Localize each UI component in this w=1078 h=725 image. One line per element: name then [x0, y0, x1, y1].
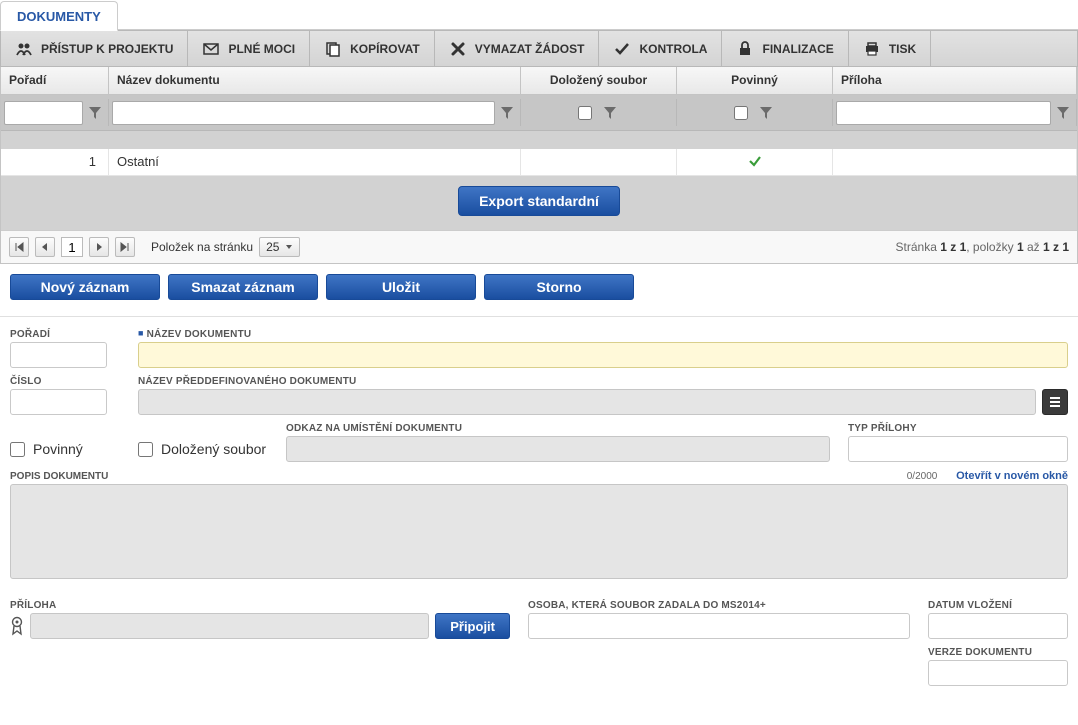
label-popis: POPIS DOKUMENTU [10, 471, 108, 482]
cell-poradi: 1 [1, 149, 109, 175]
label-poradi: POŘADÍ [10, 329, 120, 340]
pager-next-button[interactable] [89, 237, 109, 257]
toolbar-label: PŘÍSTUP K PROJEKTU [41, 42, 173, 56]
filter-povinny-checkbox[interactable] [734, 106, 748, 120]
filter-icon[interactable] [497, 101, 517, 125]
input-typ-prilohy[interactable] [848, 436, 1068, 462]
label-nazev-preddef: NÁZEV PŘEDDEFINOVANÉHO DOKUMENTU [138, 376, 1068, 387]
pager-perpage-label: Položek na stránku [151, 240, 253, 254]
toolbar-label: PLNÉ MOCI [228, 42, 295, 56]
documents-grid: Pořadí Název dokumentu Doložený soubor P… [0, 67, 1078, 264]
filter-nazev-input[interactable] [112, 101, 495, 125]
export-button[interactable]: Export standardní [458, 186, 620, 216]
checkmark-icon [748, 154, 762, 168]
col-header-priloha[interactable]: Příloha [833, 67, 1077, 94]
filter-priloha-input[interactable] [836, 101, 1051, 125]
toolbar-label: FINALIZACE [762, 42, 833, 56]
check-icon [613, 40, 631, 58]
checkbox-dolozeny-label: Doložený soubor [161, 441, 266, 457]
toolbar-label: TISK [889, 42, 916, 56]
checkbox-povinny[interactable] [10, 442, 25, 457]
toolbar-label: KOPÍROVAT [350, 42, 420, 56]
checkbox-povinny-label: Povinný [33, 441, 83, 457]
toolbar-kontrola[interactable]: KONTROLA [599, 31, 722, 66]
pager-page-input[interactable] [61, 237, 83, 257]
chevron-down-icon [285, 243, 293, 251]
cell-dolozeny [521, 149, 677, 175]
input-odkaz[interactable] [286, 436, 830, 462]
input-nazev-preddef[interactable] [138, 389, 1036, 415]
print-icon [863, 40, 881, 58]
filter-icon[interactable] [600, 101, 620, 125]
label-datum-vlozeni: DATUM VLOŽENÍ [928, 600, 1068, 611]
col-header-poradi[interactable]: Pořadí [1, 67, 109, 94]
delete-x-icon [449, 40, 467, 58]
cell-priloha [833, 149, 1077, 175]
filter-icon[interactable] [1053, 101, 1073, 125]
pager-info: Stránka 1 z 1, položky 1 až 1 z 1 [896, 240, 1069, 254]
lookup-button[interactable] [1042, 389, 1068, 415]
envelope-icon [202, 40, 220, 58]
input-datum-vlozeni[interactable] [928, 613, 1068, 639]
filter-icon[interactable] [756, 101, 776, 125]
col-header-nazev[interactable]: Název dokumentu [109, 67, 521, 94]
col-header-povinny[interactable]: Povinný [677, 67, 833, 94]
toolbar-plnemoci[interactable]: PLNÉ MOCI [188, 31, 310, 66]
delete-record-button[interactable]: Smazat záznam [168, 274, 318, 300]
label-priloha: PŘÍLOHA [10, 600, 510, 611]
checkbox-dolozeny[interactable] [138, 442, 153, 457]
pager-first-button[interactable] [9, 237, 29, 257]
open-new-window-link[interactable]: Otevřít v novém okně [956, 470, 1068, 482]
people-icon [15, 40, 33, 58]
pager-perpage-select[interactable]: 25 [259, 237, 300, 257]
new-record-button[interactable]: Nový záznam [10, 274, 160, 300]
popis-counter: 0/2000 [907, 471, 938, 482]
cell-povinny [677, 149, 833, 175]
cell-nazev: Ostatní [109, 149, 521, 175]
textarea-popis[interactable] [10, 484, 1068, 579]
label-odkaz: ODKAZ NA UMÍSTĚNÍ DOKUMENTU [286, 423, 830, 434]
table-row[interactable]: 1 Ostatní [1, 149, 1077, 176]
label-typ-prilohy: TYP PŘÍLOHY [848, 423, 1068, 434]
pager-prev-button[interactable] [35, 237, 55, 257]
lock-icon [736, 40, 754, 58]
toolbar-tisk[interactable]: TISK [849, 31, 931, 66]
input-priloha[interactable] [30, 613, 429, 639]
copy-icon [324, 40, 342, 58]
toolbar: PŘÍSTUP K PROJEKTU PLNÉ MOCI KOPÍROVAT V… [0, 30, 1078, 67]
label-verze: VERZE DOKUMENTU [928, 647, 1068, 658]
document-form: POŘADÍ NÁZEV DOKUMENTU ČÍSLO NÁZEV PŘEDD… [0, 329, 1078, 706]
filter-dolozeny-checkbox[interactable] [578, 106, 592, 120]
toolbar-label: KONTROLA [639, 42, 707, 56]
label-cislo: ČÍSLO [10, 376, 120, 387]
col-header-dolozeny[interactable]: Doložený soubor [521, 67, 677, 94]
save-button[interactable]: Uložit [326, 274, 476, 300]
filter-icon[interactable] [85, 101, 105, 125]
attach-button[interactable]: Připojit [435, 613, 510, 639]
list-icon [1048, 395, 1062, 409]
label-osoba: OSOBA, KTERÁ SOUBOR ZADALA DO MS2014+ [528, 600, 910, 611]
label-nazev-dokumentu: NÁZEV DOKUMENTU [138, 329, 1068, 340]
toolbar-pristup[interactable]: PŘÍSTUP K PROJEKTU [1, 31, 188, 66]
checkbox-povinny-wrapper[interactable]: Povinný [10, 436, 120, 462]
toolbar-kopirovat[interactable]: KOPÍROVAT [310, 31, 435, 66]
tab-dokumenty[interactable]: DOKUMENTY [0, 1, 118, 31]
cancel-button[interactable]: Storno [484, 274, 634, 300]
attachment-badge-icon [10, 616, 24, 636]
toolbar-finalizace[interactable]: FINALIZACE [722, 31, 848, 66]
input-nazev-dokumentu[interactable] [138, 342, 1068, 368]
input-osoba[interactable] [528, 613, 910, 639]
input-cislo[interactable] [10, 389, 107, 415]
checkbox-dolozeny-wrapper[interactable]: Doložený soubor [138, 436, 268, 462]
toolbar-label: VYMAZAT ŽÁDOST [475, 42, 585, 56]
toolbar-vymazat[interactable]: VYMAZAT ŽÁDOST [435, 31, 600, 66]
pager-last-button[interactable] [115, 237, 135, 257]
input-poradi[interactable] [10, 342, 107, 368]
input-verze[interactable] [928, 660, 1068, 686]
filter-poradi-input[interactable] [4, 101, 83, 125]
